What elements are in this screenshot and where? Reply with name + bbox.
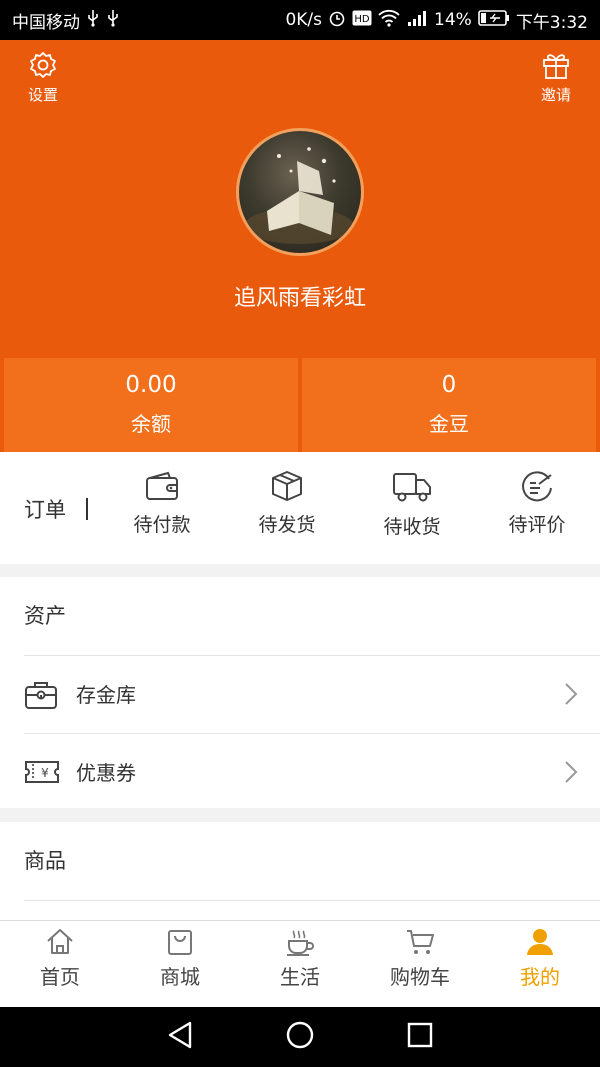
usb-icon (86, 9, 100, 32)
tab-cart-label: 购物车 (390, 965, 450, 989)
gold-beans-value: 0 (441, 372, 457, 398)
box-icon (232, 470, 342, 502)
vault-icon (24, 680, 58, 714)
usb-icon (106, 9, 120, 32)
recents-icon[interactable] (406, 1021, 434, 1053)
order-pending-review-label: 待评价 (508, 514, 566, 536)
tab-mine-label: 我的 (520, 965, 560, 989)
user-icon (480, 927, 600, 957)
wifi-icon (378, 9, 400, 32)
svg-text:HD: HD (354, 14, 370, 25)
balance-stat[interactable]: 0.00 余额 (4, 358, 298, 452)
order-pending-shipment-label: 待发货 (258, 514, 316, 536)
signal-icon (406, 9, 428, 32)
bottom-tab-bar: 首页 商城 生活 购物车 我的 (0, 920, 600, 1007)
balance-value: 0.00 (125, 372, 177, 398)
coffee-icon (240, 927, 360, 957)
order-pending-receipt-label: 待收货 (383, 516, 441, 538)
gear-icon (13, 50, 73, 80)
carrier-label: 中国移动 (12, 12, 80, 33)
order-pending-payment[interactable]: 待付款 (107, 470, 217, 537)
orders-title: 订单 (24, 498, 66, 522)
chevron-right-icon (564, 760, 578, 788)
home-circle-icon[interactable] (285, 1020, 315, 1054)
order-pending-receipt[interactable]: 待收货 (357, 470, 467, 539)
invite-button[interactable]: 邀请 (526, 50, 586, 105)
network-speed: 0K/s (285, 10, 323, 30)
tab-home-label: 首页 (40, 965, 80, 989)
tab-life[interactable]: 生活 (240, 921, 360, 1007)
username: 追风雨看彩虹 (233, 286, 366, 311)
review-icon (482, 470, 592, 502)
coupon-icon: ¥ (24, 758, 60, 790)
order-pending-payment-label: 待付款 (133, 514, 191, 536)
tab-mine[interactable]: 我的 (480, 921, 600, 1007)
settings-label: 设置 (27, 86, 58, 104)
tab-home[interactable]: 首页 (0, 921, 120, 1007)
book-image (244, 147, 354, 244)
tab-cart[interactable]: 购物车 (360, 921, 480, 1007)
vault-label: 存金库 (76, 683, 136, 707)
goods-title: 商品 (24, 849, 66, 873)
profile-header: 设置 邀请 追风雨看彩虹 0.00 余额 0 金豆 (0, 40, 600, 452)
svg-text:¥: ¥ (41, 766, 49, 780)
clock: 下午3:32 (515, 12, 588, 33)
tab-mall[interactable]: 商城 (120, 921, 240, 1007)
back-icon[interactable] (166, 1020, 194, 1054)
avatar[interactable] (236, 128, 364, 256)
coupon-row[interactable]: ¥ 优惠券 (24, 733, 600, 811)
assets-title: 资产 (24, 604, 66, 628)
invite-label: 邀请 (540, 86, 571, 104)
order-pending-review[interactable]: 待评价 (482, 470, 592, 537)
hd-icon: HD (352, 10, 372, 31)
tab-life-label: 生活 (280, 965, 320, 989)
system-nav-bar (0, 1007, 600, 1067)
status-bar: 中国移动 0K/s HD 14% 下午3:32 (0, 0, 600, 40)
chevron-right-icon (564, 682, 578, 710)
coupon-label: 优惠券 (76, 761, 136, 785)
gift-icon (526, 50, 586, 80)
vault-row[interactable]: 存金库 (24, 655, 600, 733)
tab-mall-label: 商城 (160, 965, 200, 989)
orders-divider (86, 498, 88, 520)
alarm-icon (328, 9, 346, 32)
wallet-icon (107, 470, 217, 502)
balance-label: 余额 (131, 412, 171, 436)
gold-beans-label: 金豆 (429, 412, 469, 436)
goods-row-divider (24, 900, 600, 920)
goods-section: 商品 (0, 822, 600, 920)
battery-icon (478, 9, 510, 32)
assets-section: 资产 存金库 ¥ 优惠券 (0, 577, 600, 808)
order-pending-shipment[interactable]: 待发货 (232, 470, 342, 537)
truck-icon (357, 470, 467, 504)
stats-panel: 0.00 余额 0 金豆 (4, 358, 596, 452)
home-icon (0, 927, 120, 957)
orders-section: 订单 待付款 待发货 待收货 待评价 (0, 452, 600, 564)
cart-icon (360, 927, 480, 957)
gold-beans-stat[interactable]: 0 金豆 (302, 358, 596, 452)
battery-percent: 14% (434, 10, 472, 30)
bag-icon (120, 927, 240, 957)
settings-button[interactable]: 设置 (13, 50, 73, 105)
